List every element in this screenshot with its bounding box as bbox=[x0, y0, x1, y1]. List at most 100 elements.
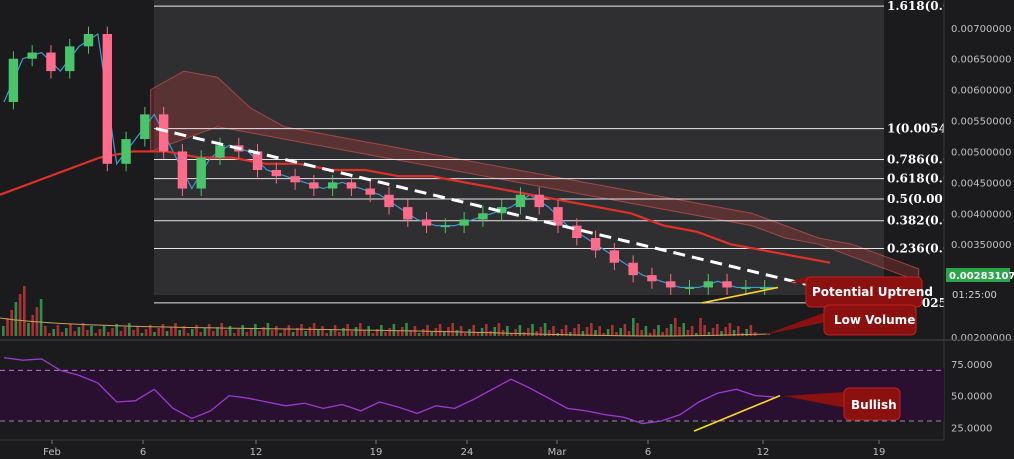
volume-bar bbox=[703, 325, 706, 336]
candle-body bbox=[703, 281, 713, 288]
candle-body bbox=[177, 151, 188, 189]
volume-bar bbox=[451, 323, 454, 336]
candle-body bbox=[741, 287, 751, 289]
volume-bar bbox=[321, 326, 324, 336]
time-tick-label: 6 bbox=[140, 447, 146, 458]
volume-bar bbox=[10, 310, 13, 336]
volume-bar bbox=[140, 333, 144, 336]
volume-bar bbox=[485, 324, 488, 336]
candle-body bbox=[684, 287, 695, 289]
volume-bar bbox=[716, 324, 719, 336]
time-tick-label: 6 bbox=[645, 447, 651, 458]
volume-bar bbox=[396, 331, 400, 336]
volume-bar bbox=[98, 329, 102, 336]
volume-bar bbox=[94, 333, 97, 336]
volume-bar bbox=[258, 331, 261, 336]
candle-body bbox=[459, 219, 469, 226]
volume-bar bbox=[157, 328, 160, 336]
volume-bar bbox=[283, 329, 286, 336]
price-axis[interactable] bbox=[944, 0, 1014, 340]
time-tick-label: 19 bbox=[370, 447, 383, 458]
volume-bar bbox=[657, 325, 660, 336]
volume-bar bbox=[459, 326, 463, 336]
price-tick-label: 0.00350000 bbox=[951, 240, 1011, 251]
candle-body bbox=[290, 176, 300, 183]
volume-bar bbox=[325, 333, 328, 336]
volume-bar bbox=[65, 328, 68, 336]
callout-bullish-text: Bullish bbox=[851, 398, 897, 412]
fib-label: 1(0.0054 bbox=[887, 122, 947, 136]
volume-bar bbox=[438, 324, 442, 336]
time-tick-label: Mar bbox=[548, 447, 568, 458]
candle-body bbox=[365, 188, 375, 195]
candle-body bbox=[384, 194, 394, 208]
volume-bar bbox=[14, 302, 18, 336]
volume-bar bbox=[699, 318, 702, 336]
volume-bar bbox=[665, 328, 669, 336]
volume-bar bbox=[489, 331, 492, 336]
volume-bar bbox=[333, 325, 337, 336]
volume-bar bbox=[669, 324, 673, 336]
volume-bar bbox=[539, 327, 543, 336]
volume-bar bbox=[287, 325, 291, 336]
time-tick-label: 12 bbox=[250, 447, 263, 458]
candle-body bbox=[346, 182, 357, 189]
trading-chart[interactable]: 1.618(0.0 1(0.0054 0.786(0.0 0.618(0.0 0.5(0… bbox=[0, 0, 1014, 459]
volume-bar bbox=[350, 331, 354, 336]
volume-bar bbox=[359, 323, 362, 336]
volume-bar bbox=[342, 328, 345, 336]
fib-label: 0.618(0.0 bbox=[887, 172, 951, 186]
candle-body bbox=[196, 157, 206, 189]
candle-body bbox=[121, 139, 131, 164]
volume-bar bbox=[241, 325, 244, 336]
fib-label: 1.618(0.0 bbox=[887, 0, 951, 13]
volume-bar bbox=[569, 332, 572, 336]
volume-bar bbox=[518, 325, 522, 336]
volume-bar bbox=[207, 324, 211, 336]
volume-bar bbox=[338, 332, 341, 336]
volume-bar bbox=[279, 333, 282, 336]
callout-low-volume-text: Low Volume bbox=[834, 313, 915, 327]
candle-body bbox=[158, 114, 169, 152]
price-tick-label: 0.00700000 bbox=[951, 24, 1011, 35]
volume-bar bbox=[178, 330, 181, 336]
rsi-tick-label: 25.0000 bbox=[951, 423, 992, 434]
candle-body bbox=[722, 281, 732, 288]
countdown-label: 01:25:00 bbox=[952, 290, 997, 301]
candle-body bbox=[647, 275, 657, 282]
volume-bar bbox=[111, 328, 114, 336]
volume-bar bbox=[304, 331, 307, 336]
candle-body bbox=[271, 170, 282, 177]
volume-bar bbox=[52, 329, 55, 336]
volume-bar bbox=[514, 329, 517, 336]
current-price-label: 0.00283107 bbox=[949, 271, 1014, 282]
candle-body bbox=[478, 213, 488, 220]
volume-bar bbox=[77, 327, 81, 336]
volume-bar bbox=[686, 330, 690, 336]
volume-bar bbox=[237, 329, 240, 336]
volume-bar bbox=[506, 326, 509, 336]
price-tick-label: 0.00450000 bbox=[951, 178, 1011, 189]
volume-bar bbox=[39, 299, 43, 336]
price-tick-label: 0.00200000 bbox=[951, 333, 1011, 344]
volume-bar bbox=[86, 330, 89, 336]
volume-bar bbox=[354, 327, 358, 336]
volume-bar bbox=[690, 326, 694, 336]
volume-bar bbox=[73, 331, 76, 336]
rsi-tick-label: 75.0000 bbox=[951, 360, 992, 371]
volume-bar bbox=[590, 323, 593, 336]
volume-bar bbox=[153, 332, 156, 336]
volume-bar bbox=[102, 325, 106, 336]
volume-bar bbox=[623, 324, 627, 336]
fibonacci-zone bbox=[154, 0, 884, 295]
volume-bar bbox=[367, 326, 370, 336]
candle-body bbox=[609, 250, 620, 263]
volume-bar bbox=[464, 333, 467, 336]
candle-body bbox=[628, 262, 638, 276]
volume-bar bbox=[728, 323, 732, 336]
volume-bar bbox=[678, 327, 681, 336]
volume-bar bbox=[417, 333, 421, 336]
callout-potential-uptrend-text: Potential Uptrend bbox=[812, 285, 933, 299]
volume-bar bbox=[644, 326, 648, 336]
candle-body bbox=[327, 182, 338, 189]
